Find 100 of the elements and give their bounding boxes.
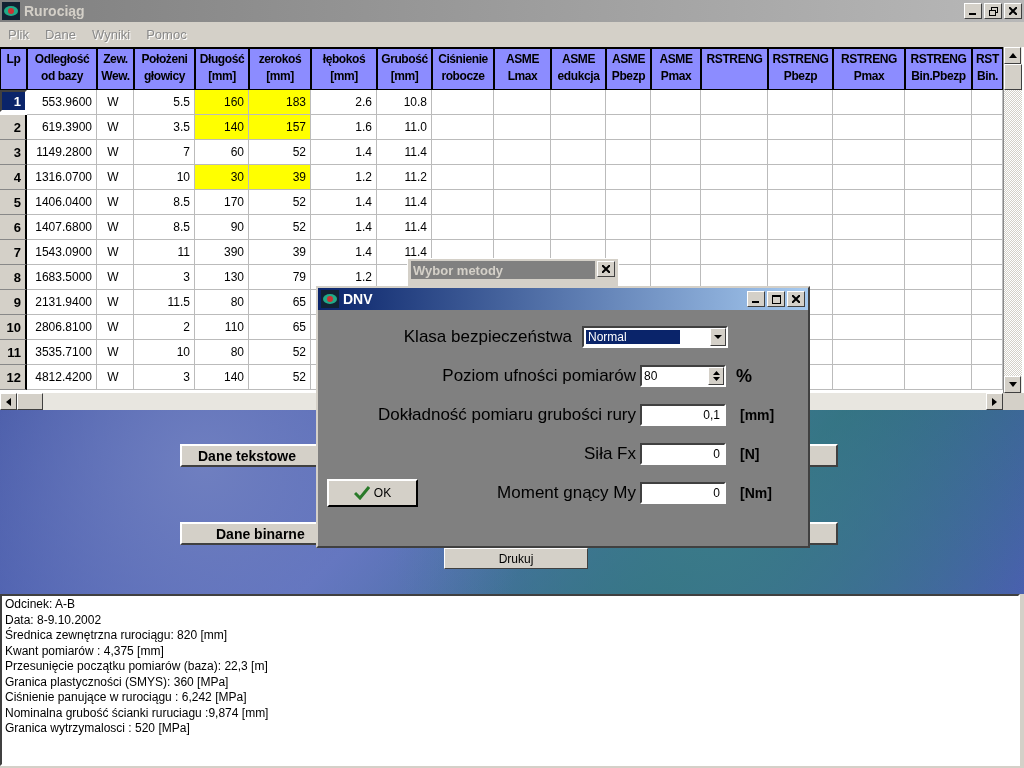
empty-cell xyxy=(701,90,768,115)
info-line: Ciśnienie panujące w rurociągu : 6,242 [MPa] xyxy=(5,690,248,706)
field-label: Dokładność pomiaru grubości rury xyxy=(377,405,636,425)
empty-cell xyxy=(651,215,701,240)
input-field[interactable]: 0,1 xyxy=(640,404,726,426)
field-label: Poziom ufności pomiarów xyxy=(441,366,636,386)
scroll-down-button[interactable] xyxy=(1004,376,1021,393)
scroll-up-button[interactable] xyxy=(1004,47,1021,64)
table-cell: 1316.0700 xyxy=(27,165,97,190)
empty-cell xyxy=(432,190,494,215)
input-field[interactable]: 0 xyxy=(640,443,726,465)
dropdown-arrow-icon xyxy=(714,335,722,339)
vertical-scrollbar[interactable] xyxy=(1003,47,1022,393)
empty-cell xyxy=(606,140,651,165)
column-header: łębokoś [mm] xyxy=(311,47,377,90)
side-button[interactable] xyxy=(808,444,838,467)
table-cell: W xyxy=(97,340,134,365)
restore-button[interactable] xyxy=(984,3,1002,19)
input-field[interactable]: 0 xyxy=(640,482,726,504)
row-number[interactable]: 9 xyxy=(0,290,27,315)
row-number[interactable]: 12 xyxy=(0,365,27,390)
window-title: Rurociąg xyxy=(24,3,86,19)
info-line: Odcinek: A-B xyxy=(5,597,77,613)
empty-cell xyxy=(768,115,833,140)
table-cell: 140 xyxy=(195,115,249,140)
minimize-button[interactable] xyxy=(747,291,765,307)
column-header: Długość [mm] xyxy=(195,47,249,90)
row-number[interactable]: 11 xyxy=(0,340,27,365)
dropdown[interactable]: Normal xyxy=(582,326,728,348)
table-cell: 1683.5000 xyxy=(27,265,97,290)
field-label: Moment gnący My xyxy=(496,483,636,503)
table-cell: W xyxy=(97,315,134,340)
table-cell: W xyxy=(97,365,134,390)
maximize-button[interactable] xyxy=(767,291,785,307)
table-cell: 3535.7100 xyxy=(27,340,97,365)
empty-cell xyxy=(905,340,972,365)
scroll-thumb[interactable] xyxy=(17,393,43,410)
scroll-left-button[interactable] xyxy=(0,393,17,410)
ok-button[interactable]: OK xyxy=(327,479,418,507)
empty-cell xyxy=(905,140,972,165)
table-cell: 11.2 xyxy=(377,165,432,190)
table-cell: 1406.0400 xyxy=(27,190,97,215)
empty-cell xyxy=(833,340,905,365)
row-number[interactable]: 8 xyxy=(0,265,27,290)
side-button[interactable] xyxy=(808,522,838,545)
empty-cell xyxy=(905,165,972,190)
empty-cell xyxy=(833,165,905,190)
maximize-icon xyxy=(771,294,781,304)
row-number[interactable]: 2 xyxy=(0,115,27,140)
print-button[interactable]: Drukuj xyxy=(444,548,588,569)
close-icon xyxy=(792,295,800,303)
column-header: RSTRENG Bin.Pbezp xyxy=(905,47,972,90)
close-button[interactable] xyxy=(1004,3,1022,19)
unit-label: % xyxy=(736,365,752,387)
empty-cell xyxy=(905,240,972,265)
table-cell: W xyxy=(97,165,134,190)
row-number[interactable]: 10 xyxy=(0,315,27,340)
column-header: Ciśnienie robocze xyxy=(432,47,494,90)
table-cell: 1407.6800 xyxy=(27,215,97,240)
row-number[interactable]: 3 xyxy=(0,140,27,165)
empty-cell xyxy=(551,90,606,115)
info-line: Granica wytrzymalosci : 520 [MPa] xyxy=(5,721,191,737)
table-cell: 80 xyxy=(195,290,249,315)
info-line: Średnica zewnętrzna rurociągu: 820 [mm] xyxy=(5,628,229,644)
empty-cell xyxy=(701,190,768,215)
empty-cell xyxy=(701,215,768,240)
row-number[interactable]: 7 xyxy=(0,240,27,265)
scroll-thumb[interactable] xyxy=(1004,64,1022,90)
table-cell: 1.4 xyxy=(311,215,377,240)
empty-cell xyxy=(651,90,701,115)
scroll-right-button[interactable] xyxy=(986,393,1003,410)
empty-cell xyxy=(833,190,905,215)
close-button[interactable] xyxy=(597,261,615,277)
column-header: RSTRENG Pbezp xyxy=(768,47,833,90)
empty-cell xyxy=(833,315,905,340)
empty-cell xyxy=(551,165,606,190)
row-number[interactable]: 1 xyxy=(0,90,27,112)
empty-cell xyxy=(905,90,972,115)
row-number[interactable]: 5 xyxy=(0,190,27,215)
table-cell: 65 xyxy=(249,315,311,340)
down-arrow-icon xyxy=(1008,382,1017,387)
table-cell: W xyxy=(97,140,134,165)
unit-label: [Nm] xyxy=(740,485,772,501)
empty-cell xyxy=(768,190,833,215)
table-cell: 1543.0900 xyxy=(27,240,97,265)
close-button[interactable] xyxy=(787,291,805,307)
table-cell: 11.0 xyxy=(377,115,432,140)
empty-cell xyxy=(768,165,833,190)
table-cell: 3 xyxy=(134,265,195,290)
empty-cell xyxy=(606,215,651,240)
row-number[interactable]: 4 xyxy=(0,165,27,190)
table-cell: 52 xyxy=(249,365,311,390)
table-cell: 11 xyxy=(134,240,195,265)
row-number[interactable]: 6 xyxy=(0,215,27,240)
column-header: ASME Pbezp xyxy=(606,47,651,90)
minimize-button[interactable] xyxy=(964,3,982,19)
checkmark-icon xyxy=(353,486,370,500)
eye-icon xyxy=(321,290,339,308)
spin-field[interactable]: 80 xyxy=(640,365,726,387)
table-cell: 619.3900 xyxy=(27,115,97,140)
